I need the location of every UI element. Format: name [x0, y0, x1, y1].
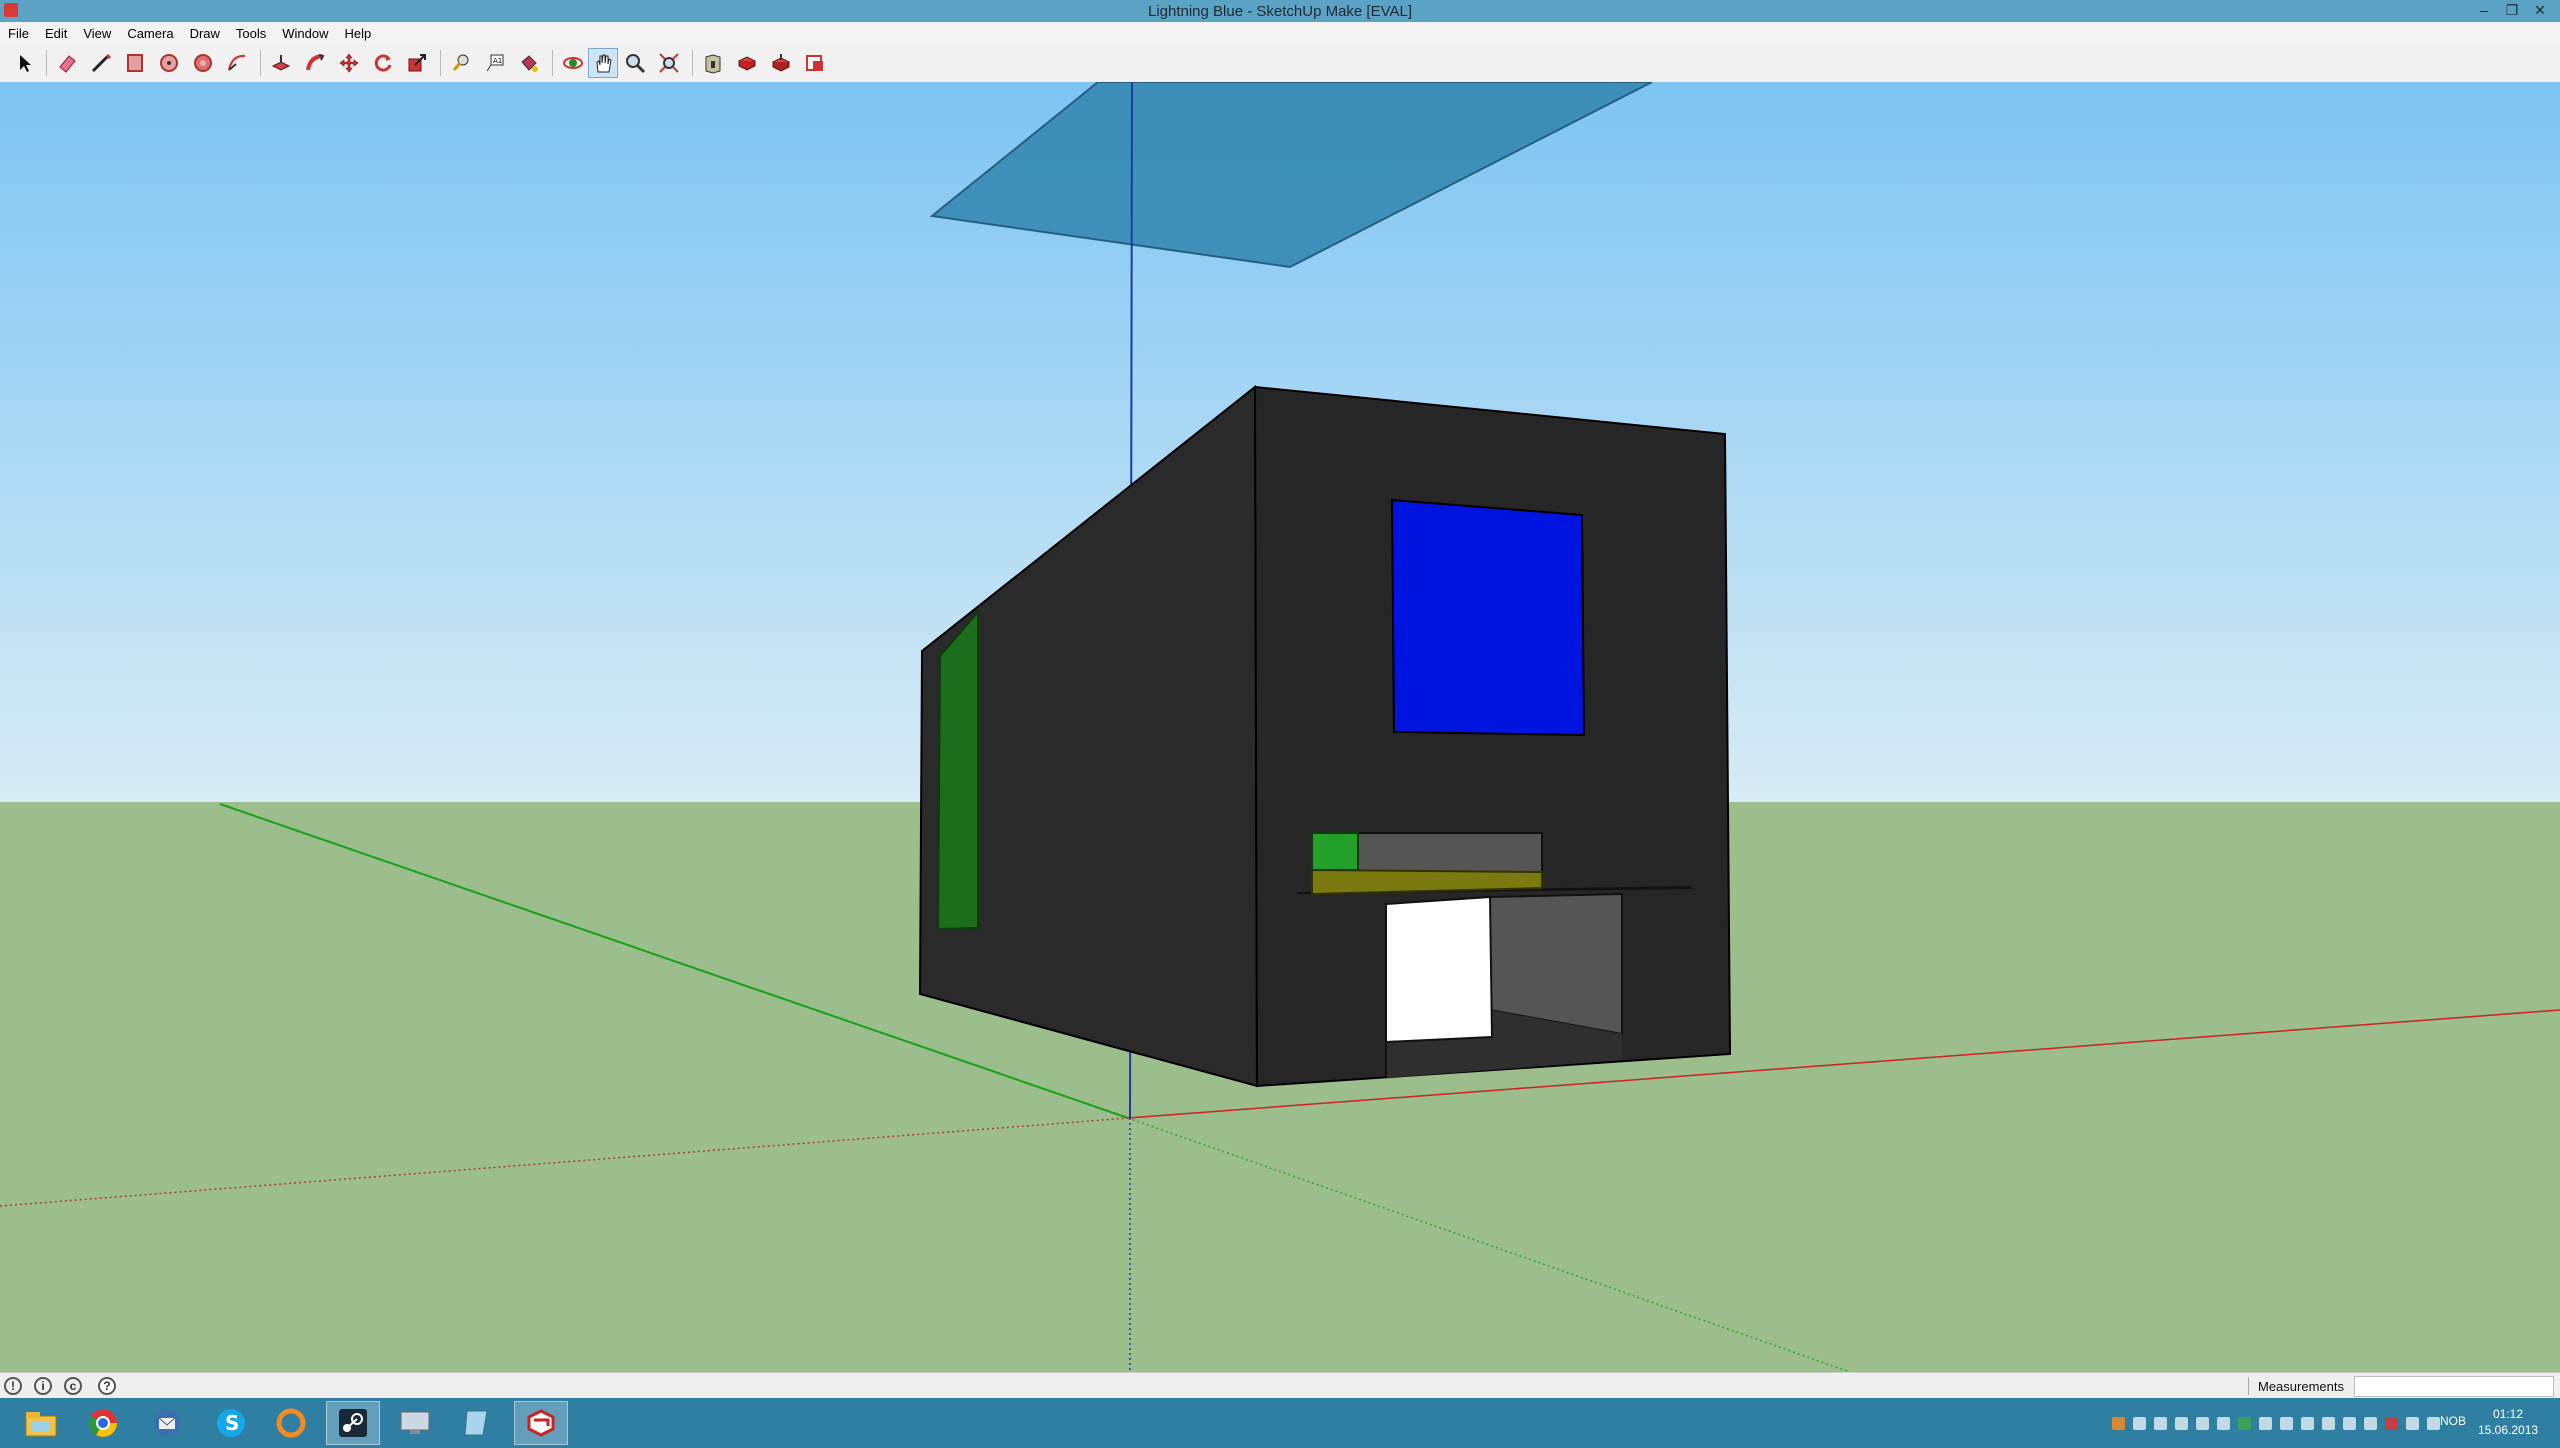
status-bar: ! i c ? Measurements — [0, 1372, 2560, 1399]
remote-desktop-icon[interactable] — [388, 1401, 442, 1445]
main-toolbar: A1 — [0, 44, 2560, 83]
help-icon[interactable]: ? — [98, 1377, 116, 1395]
tape-measure-tool-icon[interactable] — [446, 48, 476, 78]
tray-icon-13[interactable] — [2364, 1416, 2377, 1430]
send-to-layout-icon[interactable] — [800, 48, 830, 78]
tray-icon-10[interactable] — [2301, 1416, 2314, 1430]
measurements-input[interactable] — [2354, 1376, 2554, 1397]
3d-scene — [0, 82, 2560, 1372]
windows-taskbar: S NOB 01:12 15.06.2013 — [0, 1398, 2560, 1448]
rotate-tool-icon[interactable] — [368, 48, 398, 78]
restore-icon[interactable]: ❐ — [2498, 0, 2526, 22]
skype-icon[interactable]: S — [204, 1401, 258, 1445]
menu-window[interactable]: Window — [274, 26, 336, 41]
modeling-viewport[interactable] — [0, 82, 2560, 1372]
lower-room-back — [1489, 892, 1623, 1036]
select-tool-icon[interactable] — [10, 48, 40, 78]
tray-icon-14[interactable] — [2385, 1416, 2398, 1430]
arc-tool-icon[interactable] — [222, 48, 252, 78]
menu-help[interactable]: Help — [337, 26, 380, 41]
paint-bucket-tool-icon[interactable] — [514, 48, 544, 78]
menu-bar: File Edit View Camera Draw Tools Window … — [0, 22, 2560, 44]
tray-icon-12[interactable] — [2343, 1416, 2356, 1430]
tray-icon-1[interactable] — [2112, 1416, 2125, 1430]
menu-camera[interactable]: Camera — [119, 26, 181, 41]
push-pull-tool-icon[interactable] — [266, 48, 296, 78]
origin-icon[interactable] — [264, 1401, 318, 1445]
tray-icon-11[interactable] — [2322, 1416, 2335, 1430]
rectangle-tool-icon[interactable] — [120, 48, 150, 78]
3d-warehouse-icon[interactable] — [698, 48, 728, 78]
network-icon[interactable] — [2406, 1416, 2419, 1430]
sketchup-taskbar-icon[interactable] — [514, 1401, 568, 1445]
tray-icon-6[interactable] — [2217, 1416, 2230, 1430]
blue-window — [1390, 498, 1586, 737]
tray-icon-3[interactable] — [2154, 1416, 2167, 1430]
taskbar-clock[interactable]: 01:12 15.06.2013 — [2478, 1406, 2538, 1438]
eraser-tool-icon[interactable] — [52, 48, 82, 78]
tray-icon-7[interactable] — [2238, 1416, 2251, 1430]
system-tray — [2112, 1414, 2440, 1432]
steam-icon[interactable] — [326, 1401, 380, 1445]
follow-me-tool-icon[interactable] — [300, 48, 330, 78]
text-tool-icon[interactable]: A1 — [480, 48, 510, 78]
volume-icon[interactable] — [2427, 1416, 2440, 1430]
scale-tool-icon[interactable] — [402, 48, 432, 78]
thunderbird-icon[interactable] — [140, 1401, 194, 1445]
green-block — [1311, 832, 1359, 871]
tray-icon-2[interactable] — [2133, 1416, 2146, 1430]
clock-date: 15.06.2013 — [2478, 1423, 2539, 1437]
svg-text:A1: A1 — [493, 57, 502, 65]
polygon-tool-icon[interactable] — [188, 48, 218, 78]
share-model-icon[interactable] — [766, 48, 796, 78]
credits-icon[interactable]: i — [34, 1377, 52, 1395]
clock-time: 01:12 — [2492, 1407, 2524, 1421]
language-indicator[interactable]: NOB — [2440, 1414, 2466, 1428]
window-title: Lightning Blue - SketchUp Make [EVAL] — [1147, 3, 1413, 20]
tray-icon-4[interactable] — [2175, 1416, 2188, 1430]
menu-edit[interactable]: Edit — [37, 26, 75, 41]
line-tool-icon[interactable] — [86, 48, 116, 78]
notes-icon[interactable] — [450, 1401, 504, 1445]
chrome-icon[interactable] — [76, 1401, 130, 1445]
pan-tool-icon[interactable] — [588, 48, 618, 78]
orbit-tool-icon[interactable] — [558, 48, 588, 78]
green-side-panel — [936, 609, 979, 931]
measurements-label: Measurements — [2258, 1379, 2344, 1394]
zoom-tool-icon[interactable] — [620, 48, 650, 78]
close-icon[interactable]: ✕ — [2526, 0, 2554, 22]
menu-draw[interactable]: Draw — [182, 26, 228, 41]
tray-icon-9[interactable] — [2280, 1416, 2293, 1430]
move-tool-icon[interactable] — [334, 48, 364, 78]
menu-view[interactable]: View — [75, 26, 119, 41]
title-bar: Lightning Blue - SketchUp Make [EVAL] – … — [0, 0, 2560, 22]
geo-location-icon[interactable]: ! — [4, 1377, 22, 1395]
get-models-icon[interactable] — [732, 48, 762, 78]
white-door — [1385, 895, 1494, 1044]
tray-icon-5[interactable] — [2196, 1416, 2209, 1430]
svg-text:S: S — [225, 1411, 239, 1435]
circle-tool-icon[interactable] — [154, 48, 184, 78]
tray-icon-8[interactable] — [2259, 1416, 2272, 1430]
minimize-icon[interactable]: – — [2470, 0, 2498, 22]
file-explorer-icon[interactable] — [14, 1401, 68, 1445]
copyright-icon[interactable]: c — [64, 1377, 82, 1395]
menu-file[interactable]: File — [0, 26, 37, 41]
menu-tools[interactable]: Tools — [228, 26, 274, 41]
zoom-extents-tool-icon[interactable] — [654, 48, 684, 78]
